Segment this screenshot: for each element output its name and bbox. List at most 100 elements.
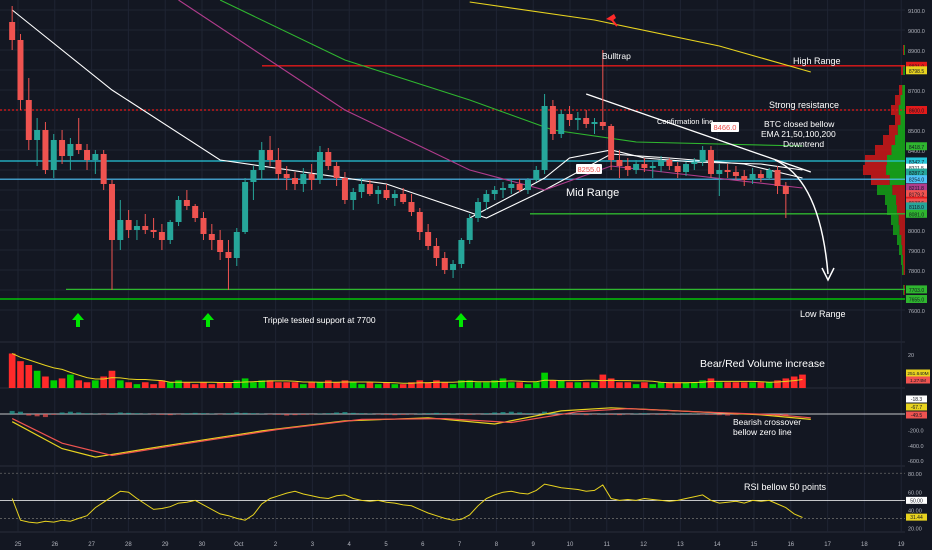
price-axis-tag-label: 1.274M bbox=[910, 378, 926, 384]
volume-profile-bar bbox=[904, 45, 905, 55]
macd-histogram-bar bbox=[716, 414, 722, 416]
volume-bar bbox=[275, 382, 282, 388]
volume-profile-bar bbox=[895, 115, 901, 125]
price-axis-tag-label: 7703.0 bbox=[909, 288, 925, 294]
x-tick-label: 10 bbox=[567, 542, 574, 548]
volume-profile-bar bbox=[887, 155, 905, 165]
candle bbox=[217, 240, 224, 252]
y-tick-label: -400.0 bbox=[908, 444, 924, 450]
annotation-label: EMA 21,50,100,200 bbox=[761, 129, 836, 139]
candle bbox=[516, 184, 523, 190]
candle bbox=[59, 140, 66, 156]
volume-profile-bar bbox=[895, 135, 905, 145]
macd-histogram-bar bbox=[683, 413, 689, 414]
volume-profile-bar bbox=[902, 245, 905, 255]
annotation-label: Confirmation line bbox=[657, 117, 713, 126]
macd-histogram-bar bbox=[641, 413, 647, 414]
volume-bar bbox=[699, 380, 706, 388]
volume-bar bbox=[657, 382, 665, 388]
volume-profile-bar bbox=[903, 65, 905, 75]
volume-bar bbox=[524, 384, 532, 388]
price-axis-tag-label: 8254.0 bbox=[909, 178, 925, 184]
macd-histogram-bar bbox=[117, 412, 123, 414]
macd-histogram-bar bbox=[525, 413, 531, 414]
candle bbox=[674, 166, 681, 172]
y-tick-label: 7600.0 bbox=[908, 309, 925, 315]
volume-bar bbox=[507, 382, 515, 388]
macd-histogram-bar bbox=[708, 414, 714, 415]
volume-bar bbox=[191, 384, 199, 388]
volume-profile-bar bbox=[896, 195, 905, 205]
candle bbox=[699, 150, 706, 162]
volume-profile-bar bbox=[893, 225, 900, 235]
volume-bar bbox=[566, 382, 573, 388]
candle bbox=[242, 182, 249, 232]
volume-profile-bar bbox=[871, 175, 890, 185]
volume-bar bbox=[757, 382, 765, 388]
volume-bar bbox=[449, 384, 457, 388]
macd-histogram-bar bbox=[384, 414, 390, 415]
macd-histogram-bar bbox=[508, 411, 514, 414]
macd-histogram-bar bbox=[109, 413, 115, 414]
candle bbox=[508, 184, 515, 188]
candle bbox=[707, 150, 714, 174]
candle bbox=[117, 220, 124, 240]
macd-histogram-bar bbox=[725, 414, 731, 416]
volume-bar bbox=[225, 382, 232, 388]
volume-bar bbox=[291, 382, 299, 388]
candle bbox=[724, 170, 731, 172]
candle bbox=[574, 118, 581, 120]
price-axis-tag-label: -18.3 bbox=[911, 397, 923, 403]
macd-annotation: bellow zero line bbox=[733, 427, 792, 437]
candle bbox=[366, 184, 373, 194]
candle bbox=[691, 162, 698, 164]
candle bbox=[17, 40, 24, 100]
candle bbox=[450, 264, 457, 270]
candle bbox=[391, 194, 398, 198]
candle bbox=[125, 220, 132, 230]
volume-profile-bar bbox=[898, 215, 905, 225]
x-tick-label: 19 bbox=[898, 542, 905, 548]
candle bbox=[308, 174, 315, 180]
candle bbox=[175, 200, 182, 222]
candle bbox=[732, 172, 739, 176]
candle bbox=[524, 180, 531, 190]
macd-histogram-bar bbox=[134, 413, 140, 414]
macd-histogram-bar bbox=[167, 414, 173, 416]
candle bbox=[142, 226, 149, 230]
volume-profile-bar bbox=[897, 235, 902, 245]
volume-bar bbox=[599, 374, 607, 388]
macd-histogram-bar bbox=[42, 414, 48, 418]
price-axis-tag-label: 7655.0 bbox=[909, 298, 925, 304]
volume-bar bbox=[624, 382, 632, 388]
volume-bar bbox=[33, 370, 41, 388]
candle bbox=[716, 170, 723, 174]
volume-profile-bar bbox=[865, 155, 887, 165]
volume-bar bbox=[175, 380, 182, 388]
x-tick-label: 12 bbox=[640, 542, 647, 548]
volume-bar bbox=[532, 382, 540, 388]
candle bbox=[400, 194, 407, 202]
y-tick-label: 9100.0 bbox=[908, 9, 925, 15]
volume-profile-bar bbox=[899, 225, 905, 235]
candle bbox=[433, 246, 440, 258]
volume-bar bbox=[715, 382, 723, 388]
y-tick-label: 8000.0 bbox=[908, 229, 925, 235]
candle bbox=[100, 154, 107, 184]
x-tick-label: 15 bbox=[751, 542, 758, 548]
volume-profile-bar bbox=[901, 255, 904, 265]
candle bbox=[383, 190, 390, 198]
volume-bar bbox=[250, 382, 257, 388]
candle bbox=[258, 150, 265, 170]
macd-histogram-bar bbox=[400, 414, 406, 415]
macd-histogram-bar bbox=[184, 413, 190, 414]
candle bbox=[766, 170, 773, 178]
candle bbox=[67, 144, 74, 156]
volume-bar bbox=[641, 382, 648, 388]
macd-histogram-bar bbox=[17, 411, 23, 414]
volume-bar bbox=[790, 376, 798, 388]
macd-histogram-bar bbox=[242, 412, 248, 414]
volume-bar bbox=[17, 361, 24, 388]
candle bbox=[108, 184, 115, 240]
x-tick-label: Oct bbox=[234, 542, 244, 548]
